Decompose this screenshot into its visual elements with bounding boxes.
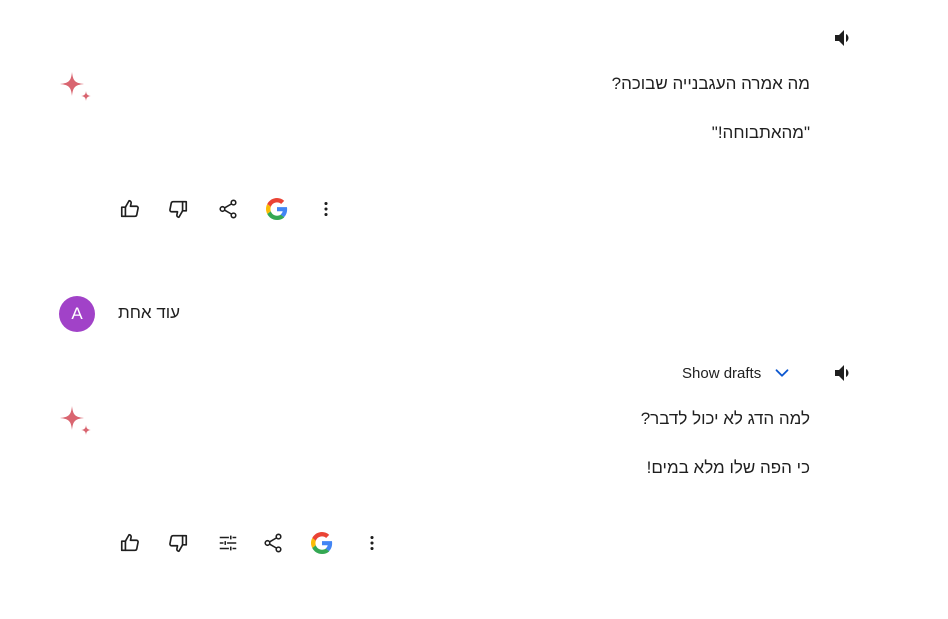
- double-check-google-button[interactable]: [263, 195, 291, 223]
- thumb-up-icon: [120, 199, 139, 218]
- read-aloud-button[interactable]: [832, 361, 856, 385]
- share-icon: [264, 533, 282, 553]
- read-aloud-button[interactable]: [832, 26, 856, 50]
- google-icon: [311, 532, 333, 554]
- modify-response-button[interactable]: [214, 529, 242, 557]
- gemini-sparkle-icon: [58, 404, 94, 440]
- google-icon: [266, 198, 288, 220]
- double-check-google-button[interactable]: [308, 529, 336, 557]
- more-options-button[interactable]: [358, 529, 386, 557]
- more-vert-icon: [370, 535, 374, 551]
- tune-icon: [219, 535, 237, 551]
- thumb-up-button[interactable]: [116, 195, 144, 223]
- share-icon: [219, 199, 237, 219]
- show-drafts-toggle[interactable]: Show drafts: [682, 362, 793, 384]
- more-options-button[interactable]: [312, 195, 340, 223]
- response-line: מה אמרה העגבנייה שבוכה?: [611, 74, 810, 93]
- response-line: כי הפה שלו מלא במים!: [646, 458, 810, 477]
- thumb-down-icon: [169, 534, 188, 553]
- thumb-down-button[interactable]: [164, 529, 192, 557]
- share-button[interactable]: [214, 195, 242, 223]
- user-message-text: עוד אחת: [118, 303, 181, 322]
- show-drafts-label: Show drafts: [682, 364, 762, 382]
- thumb-up-icon: [120, 533, 139, 552]
- chevron-down-icon: [775, 369, 789, 377]
- response-line: "מהאתבוחה!": [711, 123, 810, 142]
- response-line: למה הדג לא יכול לדבר?: [640, 409, 810, 428]
- volume-icon: [835, 365, 849, 381]
- avatar: A: [59, 296, 95, 332]
- volume-icon: [835, 30, 849, 46]
- thumb-down-icon: [169, 200, 188, 219]
- share-button[interactable]: [259, 529, 287, 557]
- thumb-down-button[interactable]: [164, 195, 192, 223]
- more-vert-icon: [324, 201, 328, 217]
- gemini-sparkle-icon: [58, 70, 94, 106]
- thumb-up-button[interactable]: [116, 529, 144, 557]
